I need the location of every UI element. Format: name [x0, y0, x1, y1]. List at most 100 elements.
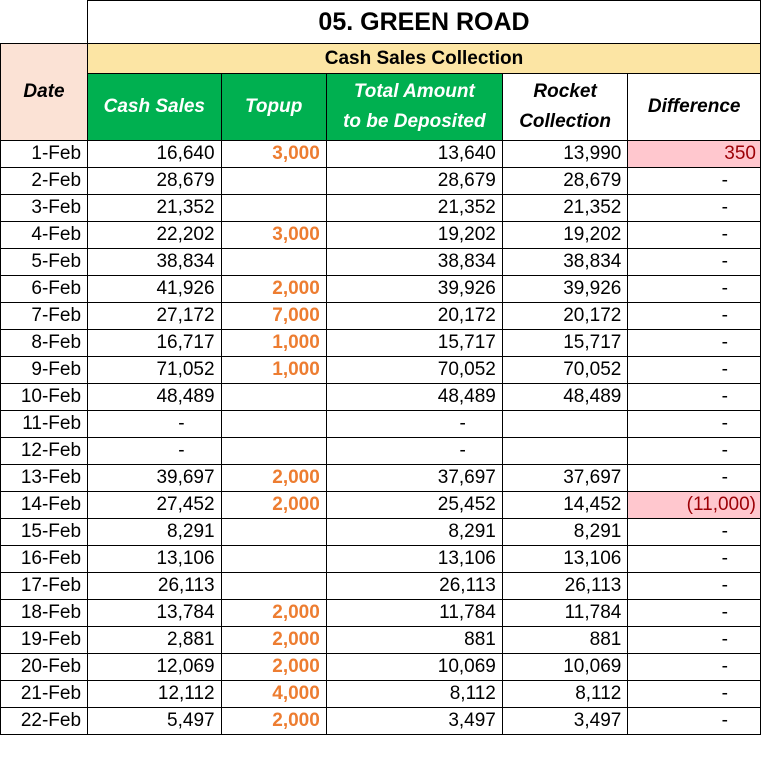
rocket-collection-cell: 13,106	[501, 545, 629, 573]
date-cell: 2-Feb	[0, 167, 89, 195]
cash-sales-cell: 12,069	[87, 653, 222, 681]
date-cell: 4-Feb	[0, 221, 89, 249]
topup-cell: 2,000	[220, 653, 327, 681]
table-row: 16-Feb 13,106 13,106 13,106-	[0, 545, 761, 573]
rocket-collection-cell: 37,697	[501, 464, 629, 492]
difference-cell: -	[627, 221, 761, 249]
rocket-collection-cell: 26,113	[501, 572, 629, 600]
cash-sales-cell: 2,881	[87, 626, 222, 654]
table-row: 20-Feb 12,069 2,000 10,069 10,069-	[0, 653, 761, 681]
rocket-collection-cell	[501, 410, 629, 438]
rocket-collection-cell: 10,069	[501, 653, 629, 681]
date-cell: 20-Feb	[0, 653, 89, 681]
total-deposit-cell: 26,113	[325, 572, 503, 600]
topup-cell	[220, 383, 327, 411]
total-deposit-cell: 28,679	[325, 167, 503, 195]
table-row: 9-Feb 71,052 1,000 70,052 70,052-	[0, 356, 761, 384]
total-deposit-cell: 25,452	[325, 491, 503, 519]
cash-sales-cell: -	[87, 437, 222, 465]
rocket-collection-cell: 11,784	[501, 599, 629, 627]
difference-cell: (11,000)	[627, 491, 761, 519]
difference-cell: -	[627, 599, 761, 627]
topup-cell: 2,000	[220, 599, 327, 627]
cash-sales-cell: 13,784	[87, 599, 222, 627]
date-cell: 8-Feb	[0, 329, 89, 357]
total-deposit-cell: -	[325, 410, 503, 438]
table-row: 6-Feb 41,926 2,000 39,926 39,926-	[0, 275, 761, 303]
cash-sales-cell: 39,697	[87, 464, 222, 492]
topup-cell	[220, 248, 327, 276]
rocket-collection-cell: 21,352	[501, 194, 629, 222]
difference-cell: -	[627, 464, 761, 492]
rocket-collection-cell: 14,452	[501, 491, 629, 519]
topup-cell	[220, 167, 327, 195]
table-row: 4-Feb 22,202 3,000 19,202 19,202-	[0, 221, 761, 249]
total-deposit-cell: 70,052	[325, 356, 503, 384]
table-row: 17-Feb 26,113 26,113 26,113-	[0, 572, 761, 600]
table-row: 11-Feb - - -	[0, 410, 761, 438]
topup-cell	[220, 410, 327, 438]
cash-sales-cell: 41,926	[87, 275, 222, 303]
topup-cell: 3,000	[220, 140, 327, 168]
cash-sales-cell: 28,679	[87, 167, 222, 195]
table-row: 13-Feb 39,697 2,000 37,697 37,697-	[0, 464, 761, 492]
difference-cell: -	[627, 356, 761, 384]
topup-cell: 4,000	[220, 680, 327, 708]
topup-cell	[220, 545, 327, 573]
rocket-collection-cell: 13,990	[501, 140, 629, 168]
topup-cell: 2,000	[220, 491, 327, 519]
difference-cell: -	[627, 410, 761, 438]
date-cell: 18-Feb	[0, 599, 89, 627]
total-deposit-cell: 8,291	[325, 518, 503, 546]
table-row: 7-Feb 27,172 7,000 20,172 20,172-	[0, 302, 761, 330]
rocket-collection-cell: 48,489	[501, 383, 629, 411]
cash-sales-cell: 71,052	[87, 356, 222, 384]
topup-header: Topup	[220, 73, 327, 141]
table-row: 8-Feb 16,717 1,000 15,717 15,717-	[0, 329, 761, 357]
cash-sales-cell: 16,717	[87, 329, 222, 357]
cash-sales-cell: 12,112	[87, 680, 222, 708]
table-row: 21-Feb 12,112 4,000 8,112 8,112-	[0, 680, 761, 708]
rocket-collection-cell: 8,112	[501, 680, 629, 708]
table-row: 1-Feb 16,640 3,000 13,640 13,990 350	[0, 140, 761, 168]
difference-cell: -	[627, 545, 761, 573]
date-cell: 9-Feb	[0, 356, 89, 384]
column-header-row: Cash Sales Topup Total Amount to be Depo…	[1, 73, 761, 141]
date-cell: 3-Feb	[0, 194, 89, 222]
total-deposit-cell: -	[325, 437, 503, 465]
corner-cell	[0, 0, 89, 44]
date-cell: 17-Feb	[0, 572, 89, 600]
total-deposit-cell: 19,202	[325, 221, 503, 249]
table-row: 12-Feb - - -	[0, 437, 761, 465]
date-cell: 16-Feb	[0, 545, 89, 573]
section-header: Cash Sales Collection	[87, 43, 761, 74]
date-cell: 15-Feb	[0, 518, 89, 546]
difference-cell: -	[627, 626, 761, 654]
rocket-collection-cell: 20,172	[501, 302, 629, 330]
date-cell: 10-Feb	[0, 383, 89, 411]
date-cell: 22-Feb	[0, 707, 89, 735]
total-deposit-cell: 38,834	[325, 248, 503, 276]
total-deposit-cell: 10,069	[325, 653, 503, 681]
rocket-collection-cell: 38,834	[501, 248, 629, 276]
rocket-collection-cell: 19,202	[501, 221, 629, 249]
difference-cell: -	[627, 653, 761, 681]
cash-sales-cell: 27,452	[87, 491, 222, 519]
topup-cell: 3,000	[220, 221, 327, 249]
rocket-collection-cell: 39,926	[501, 275, 629, 303]
total-deposit-cell: 881	[325, 626, 503, 654]
total-deposit-header-line2: to be Deposited	[343, 111, 486, 132]
cash-sales-table: 05. GREEN ROAD Date Cash Sales Collectio…	[0, 0, 761, 735]
difference-cell: -	[627, 680, 761, 708]
total-deposit-header: Total Amount to be Deposited	[325, 73, 503, 141]
difference-cell: -	[627, 707, 761, 735]
total-deposit-cell: 15,717	[325, 329, 503, 357]
rocket-collection-cell: 70,052	[501, 356, 629, 384]
topup-cell	[220, 518, 327, 546]
total-deposit-cell: 48,489	[325, 383, 503, 411]
difference-cell: -	[627, 248, 761, 276]
difference-cell: -	[627, 383, 761, 411]
topup-cell: 7,000	[220, 302, 327, 330]
date-cell: 1-Feb	[0, 140, 89, 168]
difference-cell: -	[627, 572, 761, 600]
